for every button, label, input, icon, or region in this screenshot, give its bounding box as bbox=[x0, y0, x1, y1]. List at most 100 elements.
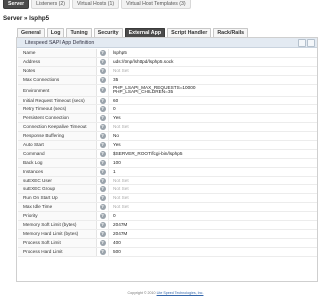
help-button[interactable]: ? bbox=[97, 185, 109, 194]
field-label: Memory Hard Limit (bytes) bbox=[18, 229, 97, 238]
help-icon: ? bbox=[99, 115, 106, 122]
help-button[interactable]: ? bbox=[97, 114, 109, 123]
help-icon: ? bbox=[99, 133, 106, 140]
table-row: Run On Start Up? Not Set bbox=[18, 194, 317, 204]
field-value: Yes bbox=[113, 115, 121, 121]
table-row: Command? $SERVER_ROOT/fcgi-bin/lsphp5 bbox=[18, 149, 317, 159]
help-button[interactable]: ? bbox=[97, 229, 109, 238]
help-icon: ? bbox=[99, 106, 106, 113]
help-button[interactable]: ? bbox=[97, 247, 109, 256]
footer: Copyright © 2010 Lite Speed Technologies… bbox=[0, 291, 331, 295]
top-tab-server[interactable]: Server bbox=[3, 0, 30, 9]
help-button[interactable]: ? bbox=[97, 221, 109, 229]
field-value: 100 bbox=[113, 159, 121, 165]
help-button[interactable]: ? bbox=[97, 66, 109, 75]
company-link[interactable]: Lite Speed Technologies, Inc. bbox=[157, 291, 204, 295]
table-row: Notes? Not Set bbox=[18, 66, 317, 76]
field-label: Back Log bbox=[18, 158, 97, 167]
tab-rack-rails[interactable]: Rack/Rails bbox=[213, 28, 249, 37]
table-row: Max Connections? 35 bbox=[18, 75, 317, 85]
help-button[interactable]: ? bbox=[97, 149, 109, 158]
table-row: Max Idle Time? Not Set bbox=[18, 203, 317, 213]
table-row: Response Buffering? No bbox=[18, 132, 317, 142]
help-button[interactable]: ? bbox=[97, 203, 109, 212]
help-icon: ? bbox=[99, 239, 106, 246]
tab-script-handler[interactable]: Script Handler bbox=[167, 28, 212, 37]
table-row: Initial Request Timeout (secs)? 60 bbox=[18, 96, 317, 106]
help-icon: ? bbox=[99, 97, 106, 104]
field-value: 0 bbox=[113, 213, 116, 219]
field-label: suEXEC Group bbox=[18, 185, 97, 194]
field-value: Not Set bbox=[113, 124, 129, 130]
field-value: 2047M bbox=[113, 222, 128, 228]
field-label: Environment bbox=[18, 84, 97, 96]
table-row: Address? uds://tmp/lshttpd/lsphp5.sock bbox=[18, 57, 317, 67]
field-label: Command bbox=[18, 149, 97, 158]
field-value: 0 bbox=[113, 106, 116, 112]
help-button[interactable]: ? bbox=[97, 158, 109, 167]
table-row: suEXEC Group? Not Set bbox=[18, 185, 317, 195]
table-row: Auto Start? Yes bbox=[18, 141, 317, 150]
field-value: 35 bbox=[113, 76, 119, 82]
field-label: Retry Timeout (secs) bbox=[18, 105, 97, 114]
help-icon: ? bbox=[99, 221, 106, 228]
table-row: Name? lsphp5 bbox=[18, 49, 317, 58]
top-tab-virtual-hosts[interactable]: Virtual Hosts (1) bbox=[72, 0, 120, 9]
table-row: Process Soft Limit? 400 bbox=[18, 238, 317, 248]
copyright-text: Copyright © 2010 bbox=[127, 291, 157, 295]
help-button[interactable]: ? bbox=[97, 49, 109, 57]
help-button[interactable]: ? bbox=[97, 75, 109, 84]
field-label: suEXEC User bbox=[18, 176, 97, 185]
help-button[interactable]: ? bbox=[97, 132, 109, 141]
help-button[interactable]: ? bbox=[97, 96, 109, 105]
help-button[interactable]: ? bbox=[97, 167, 109, 176]
help-button[interactable]: ? bbox=[97, 84, 109, 96]
top-tab-listeners[interactable]: Listeners (2) bbox=[31, 0, 70, 9]
tab-external-app[interactable]: External App bbox=[124, 28, 166, 37]
field-label: Notes bbox=[18, 66, 97, 75]
help-button[interactable]: ? bbox=[97, 105, 109, 114]
field-value: Not Set bbox=[113, 177, 129, 183]
table-row: Connection Keepalive Timeout? Not Set bbox=[18, 123, 317, 133]
field-value: 60 bbox=[113, 97, 119, 103]
help-icon: ? bbox=[99, 195, 106, 202]
tab-general[interactable]: General bbox=[17, 28, 45, 37]
top-tab-virtual-host-templates[interactable]: Virtual Host Templates (3) bbox=[121, 0, 191, 9]
field-value: Not Set bbox=[113, 186, 129, 192]
help-button[interactable]: ? bbox=[97, 123, 109, 132]
tab-tuning[interactable]: Tuning bbox=[66, 28, 92, 37]
field-label: Run On Start Up bbox=[18, 194, 97, 203]
help-button[interactable]: ? bbox=[97, 238, 109, 247]
field-label: Priority bbox=[18, 212, 97, 221]
table-row: Priority? 0 bbox=[18, 212, 317, 222]
help-button[interactable]: ? bbox=[97, 57, 109, 66]
panel-title: Litespeed SAPI App Definition bbox=[17, 38, 317, 48]
help-button[interactable]: ? bbox=[97, 194, 109, 203]
field-label: Persistent Connection bbox=[18, 114, 97, 123]
field-value: lsphp5 bbox=[113, 50, 127, 55]
sub-tabs: General Log Tuning Security External App… bbox=[17, 28, 249, 37]
table-row: Retry Timeout (secs)? 0 bbox=[18, 105, 317, 115]
help-button[interactable]: ? bbox=[97, 212, 109, 221]
close-icon[interactable] bbox=[307, 39, 315, 47]
tab-log[interactable]: Log bbox=[46, 28, 65, 37]
field-value: uds://tmp/lshttpd/lsphp5.sock bbox=[113, 58, 174, 64]
field-value: No bbox=[113, 133, 119, 139]
edit-icon[interactable] bbox=[298, 39, 306, 47]
help-icon: ? bbox=[99, 248, 106, 255]
table-row: Memory Hard Limit (bytes)? 2047M bbox=[18, 229, 317, 239]
field-label: Instances bbox=[18, 167, 97, 176]
field-label: Connection Keepalive Timeout bbox=[18, 123, 97, 132]
field-label: Name bbox=[18, 49, 97, 57]
help-icon: ? bbox=[99, 49, 106, 56]
field-value: Yes bbox=[113, 142, 121, 148]
help-icon: ? bbox=[99, 168, 106, 175]
field-value: 500 bbox=[113, 248, 121, 254]
tab-security[interactable]: Security bbox=[93, 28, 123, 37]
field-label: Auto Start bbox=[18, 141, 97, 149]
help-icon: ? bbox=[99, 58, 106, 65]
panel-actions bbox=[298, 39, 315, 47]
help-icon: ? bbox=[99, 213, 106, 220]
help-button[interactable]: ? bbox=[97, 141, 109, 149]
help-button[interactable]: ? bbox=[97, 176, 109, 185]
